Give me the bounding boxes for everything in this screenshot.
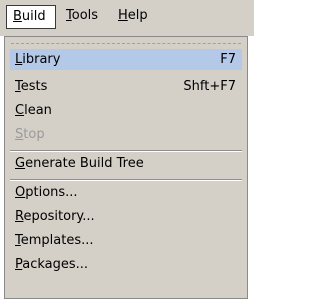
menu-item-packages-label: ackages...: [22, 257, 89, 272]
menu-separator: [10, 150, 242, 152]
menu-item-options-label: ptions...: [25, 185, 78, 200]
menu-item-repository-label: epository...: [23, 209, 95, 224]
menu-item-options[interactable]: Options...: [10, 182, 242, 203]
menu-item-generate-build-tree[interactable]: Generate Build Tree: [10, 153, 242, 174]
menu-item-stop: Stop: [10, 124, 242, 145]
menu-item-tests-label: ests: [20, 79, 48, 94]
menu-item-templates[interactable]: Templates...: [10, 230, 242, 251]
menu-tools[interactable]: Tools: [60, 5, 110, 29]
menu-item-stop-label: top: [23, 127, 45, 142]
menu-tools-label: ools: [71, 8, 99, 23]
menu-item-generate-label: enerate Build Tree: [25, 156, 144, 171]
menu-item-templates-label: emplates...: [20, 233, 94, 248]
menu-item-repository[interactable]: Repository...: [10, 206, 242, 227]
menu-item-generate-mnemonic: G: [15, 156, 26, 171]
menu-item-options-mnemonic: O: [15, 185, 26, 200]
menu-item-tests-shortcut: Shft+F7: [183, 79, 236, 94]
menu-item-clean-mnemonic: C: [15, 103, 25, 118]
menu-build-mnemonic: B: [13, 9, 22, 24]
menu-help[interactable]: Help: [112, 5, 156, 29]
menu-separator: [10, 179, 242, 181]
menu-item-clean-label: lean: [24, 103, 52, 118]
menu-item-library-label: ibrary: [22, 52, 61, 67]
screen: Build Tools Help Library F7 Tests Shft+F…: [0, 0, 254, 301]
menu-item-library-shortcut: F7: [220, 52, 236, 67]
menu-item-packages[interactable]: Packages...: [10, 254, 242, 275]
menu-bar: Build Tools Help: [0, 0, 254, 36]
build-menu-dropdown: Library F7 Tests Shft+F7 Clean Stop Gene…: [4, 36, 248, 299]
tearoff-line[interactable]: [11, 43, 241, 44]
menu-item-library[interactable]: Library F7: [10, 49, 242, 70]
menu-item-clean[interactable]: Clean: [10, 100, 242, 121]
menu-help-label: elp: [127, 8, 148, 23]
menu-item-tests[interactable]: Tests Shft+F7: [10, 76, 242, 97]
menu-help-mnemonic: H: [118, 8, 128, 23]
menu-build[interactable]: Build: [6, 5, 56, 29]
menu-build-label: uild: [21, 9, 46, 24]
